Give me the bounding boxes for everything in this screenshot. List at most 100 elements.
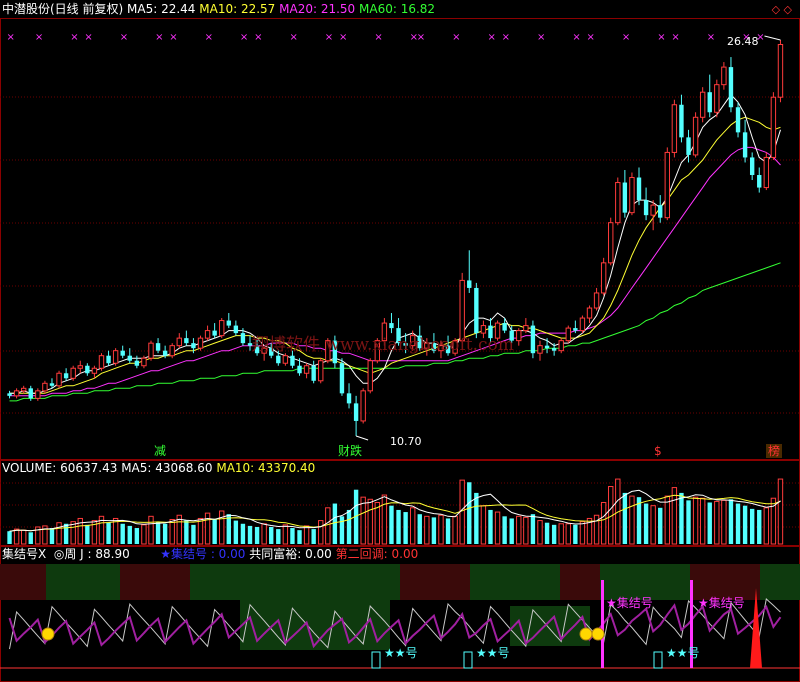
volume-bar — [148, 515, 154, 545]
candle-body — [749, 157, 755, 176]
face-marker — [591, 627, 605, 641]
x-mark: × — [452, 32, 460, 43]
volume-bar — [537, 520, 543, 545]
volume-bar — [480, 505, 487, 545]
volume-bar — [714, 500, 720, 545]
volume-bar — [516, 515, 522, 545]
indicator-zone — [300, 564, 400, 600]
volume-bar — [763, 507, 770, 545]
tag-fin-drop: 财跌 — [338, 444, 363, 458]
volume-bar — [728, 499, 734, 544]
candle-body — [636, 177, 642, 201]
volume-bar — [551, 524, 557, 544]
volume-bar — [600, 501, 607, 545]
candle-body — [49, 383, 55, 386]
tag-dollar: $ — [654, 444, 662, 458]
stars-signal-3: ★★号 — [666, 646, 700, 660]
volume-bar — [49, 528, 55, 544]
candle-body — [20, 387, 27, 392]
candle-body — [282, 355, 289, 364]
candle-body — [664, 151, 670, 219]
candle-body — [586, 307, 593, 319]
candle-body — [191, 343, 196, 349]
candle-body — [297, 365, 302, 374]
volume-bar — [544, 522, 550, 544]
volume-bar — [325, 507, 331, 545]
volume-bar — [332, 503, 338, 544]
candle-body — [212, 330, 217, 336]
high-price-label: 26.48 — [727, 35, 759, 48]
jlz-signal-bar — [601, 580, 604, 668]
x-mark: × — [537, 32, 545, 43]
candle-body — [77, 365, 83, 369]
volume-bar — [184, 520, 189, 544]
volume-ma10: MA10: 43370.40 — [216, 461, 316, 475]
candle-body — [643, 200, 649, 216]
candle-body — [389, 323, 394, 329]
x-mark: × — [657, 32, 665, 43]
candle-body — [593, 292, 600, 309]
x-mark: × — [70, 32, 78, 43]
candle-body — [544, 345, 550, 349]
x-mark: × — [35, 32, 43, 43]
candle-body — [42, 382, 48, 392]
candle-body — [360, 390, 366, 422]
indicator-zone — [0, 564, 46, 600]
candle-body — [276, 355, 281, 364]
gyfy-value: 共同富裕: 0.00 — [249, 547, 332, 561]
volume-bar — [311, 529, 316, 544]
x-mark: × — [572, 32, 580, 43]
volume-bar — [749, 508, 755, 544]
candle-body — [686, 137, 691, 155]
volume-bar — [85, 524, 90, 544]
volume-bar — [7, 531, 12, 544]
volume-bar — [699, 497, 706, 545]
volume-bar — [502, 516, 507, 544]
candle-body — [233, 325, 239, 334]
volume-bar — [381, 494, 388, 545]
volume-bar — [431, 517, 437, 544]
candle-body — [679, 104, 684, 138]
candle-body — [721, 66, 727, 86]
candle-body — [579, 317, 586, 332]
volume-bar — [650, 505, 656, 545]
volume-bar — [204, 512, 211, 545]
indicator-name: 集结号X — [2, 547, 47, 561]
volume-bar — [254, 526, 260, 544]
volume-bar — [735, 503, 741, 544]
indicator-zone — [470, 564, 560, 600]
candle-body — [474, 287, 479, 334]
candle-body — [742, 132, 748, 158]
x-mark: × — [374, 32, 382, 43]
candle-body — [35, 390, 41, 399]
candle-body — [318, 360, 324, 382]
volume-bar — [169, 519, 175, 545]
derh-value: 第二回调: 0.00 — [335, 547, 419, 561]
volume-bar — [679, 492, 684, 544]
candle-body — [523, 325, 529, 332]
stars-signal-bar — [371, 651, 381, 669]
candle-body — [467, 280, 472, 288]
volume-bar — [20, 529, 27, 545]
volume-bar — [282, 524, 289, 545]
volume-header: VOLUME: 60637.43 MA5: 43068.60 MA10: 433… — [2, 461, 315, 475]
candle-body — [346, 393, 352, 404]
candle-body — [615, 182, 621, 224]
tag-rank: 榜 — [766, 444, 783, 458]
volume-bar — [658, 507, 663, 544]
volume-bar — [261, 523, 267, 545]
volume-bar — [191, 524, 196, 544]
face-marker — [579, 627, 593, 641]
volume-bar — [63, 523, 69, 544]
candle-body — [311, 365, 316, 381]
volume-bar — [141, 524, 147, 545]
volume-bar — [686, 500, 691, 544]
volume-bar — [276, 529, 281, 544]
volume-bar — [530, 514, 536, 544]
stars-signal-1: ★★号 — [384, 646, 418, 660]
x-mark: × — [240, 32, 248, 43]
candle-body — [770, 96, 777, 158]
watermark: 翔博软件 www.xiangbosoft.com — [252, 335, 514, 355]
candle-body — [148, 342, 154, 359]
volume-bar — [757, 509, 762, 544]
